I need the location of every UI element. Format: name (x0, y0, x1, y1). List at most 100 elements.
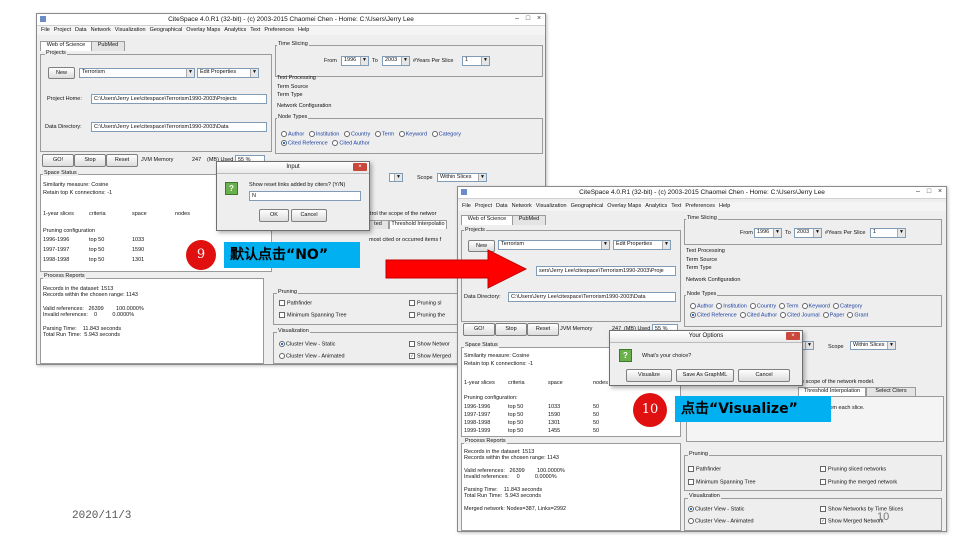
data-directory-field[interactable]: C:\Users\Jerry Lee\citespace\Terrorism19… (91, 122, 267, 132)
pruning-sliced-checkbox[interactable] (409, 300, 415, 306)
menu-data[interactable]: Data (496, 202, 508, 211)
term-source-label[interactable]: Term Source (686, 257, 717, 263)
term-type-label[interactable]: Term Type (686, 265, 712, 271)
menu-network[interactable]: Network (512, 202, 532, 211)
radio-author[interactable] (690, 303, 696, 309)
pathfinder-checkbox[interactable] (688, 466, 694, 472)
pruning-merged-option[interactable]: Pruning the merged network (820, 479, 897, 485)
from-year-select[interactable]: 1996 ▼ (754, 228, 782, 238)
show-network-checkbox[interactable] (409, 341, 415, 347)
mst-option[interactable]: Minimum Spanning Tree (688, 479, 756, 485)
project-home-field[interactable]: C:\Users\Jerry Lee\citespace\Terrorism19… (91, 94, 267, 104)
menu-network[interactable]: Network (91, 26, 111, 35)
minimize-icon[interactable]: – (914, 188, 922, 196)
tab-pubmed[interactable]: PubMed (512, 215, 546, 225)
menu-text[interactable]: Text (250, 26, 260, 35)
menu-project[interactable]: Project (54, 26, 71, 35)
edit-properties-select[interactable]: Edit Properties ▼ (613, 240, 671, 250)
menu-analytics[interactable]: Analytics (645, 202, 667, 211)
stop-button[interactable]: Stop (74, 154, 106, 167)
save-as-graphml-button[interactable]: Save As GraphML (676, 369, 734, 382)
visualize-button[interactable]: Visualize (626, 369, 672, 382)
radio-country[interactable] (749, 303, 756, 309)
pathfinder-option[interactable]: Pathfinder (688, 466, 721, 472)
data-directory-field[interactable]: C:\Users\Jerry Lee\citespace\Terrorism19… (508, 292, 676, 302)
go-button[interactable]: GO! (463, 323, 495, 336)
project-select[interactable]: Terrorism ▼ (79, 68, 195, 78)
menu-text[interactable]: Text (671, 202, 681, 211)
cv-static-option[interactable]: Cluster View - Static (279, 341, 335, 347)
mst-checkbox[interactable] (279, 312, 285, 318)
radio-cited-author[interactable] (332, 140, 339, 146)
project-home-field[interactable]: sers\Jerry Lee\citespace\Terrorism1990-2… (536, 266, 676, 276)
pruning-the-checkbox[interactable] (409, 312, 415, 318)
radio-cited-reference[interactable] (690, 312, 696, 318)
mst-option[interactable]: Minimum Spanning Tree (279, 312, 347, 318)
menu-file[interactable]: File (462, 202, 471, 211)
menu-analytics[interactable]: Analytics (224, 26, 246, 35)
radio-term[interactable] (374, 131, 381, 137)
menu-project[interactable]: Project (475, 202, 492, 211)
menu-overlay-maps[interactable]: Overlay Maps (186, 26, 220, 35)
menu-help[interactable]: Help (298, 26, 309, 35)
radio-keyword[interactable] (398, 131, 405, 137)
scope-select[interactable]: Within Slices ▼ (850, 341, 896, 350)
radio-term[interactable] (779, 303, 786, 309)
cv-static-radio[interactable] (688, 506, 694, 512)
input-dialog-field[interactable]: N (249, 191, 361, 201)
menu-help[interactable]: Help (719, 202, 730, 211)
close-icon[interactable]: × (936, 188, 944, 196)
radio-country[interactable] (343, 131, 350, 137)
radio-keyword[interactable] (801, 303, 808, 309)
tab-selected[interactable]: ted (367, 220, 389, 229)
cancel-button[interactable]: Cancel (291, 209, 327, 222)
show-networks-time-checkbox[interactable] (820, 506, 826, 512)
reset-button[interactable]: Reset (106, 154, 138, 167)
maximize-icon[interactable]: □ (925, 188, 933, 196)
from-year-select[interactable]: 1996 ▼ (341, 56, 369, 66)
show-networks-time-option[interactable]: Show Networks by Time Slices (820, 506, 903, 512)
show-merged-option[interactable]: ✓ Show Merged (409, 353, 451, 359)
cv-animated-option[interactable]: Cluster View - Animated (688, 518, 754, 524)
cv-static-option[interactable]: Cluster View - Static (688, 506, 744, 512)
years-per-slice-select[interactable]: 1 ▼ (870, 228, 906, 238)
term-source-label[interactable]: Term Source (277, 84, 308, 90)
radio-cited-journal[interactable] (780, 312, 787, 318)
cv-animated-option[interactable]: Cluster View - Animated (279, 353, 345, 359)
close-icon[interactable]: × (535, 15, 543, 23)
maximize-icon[interactable]: □ (524, 15, 532, 23)
new-project-button[interactable]: New (48, 67, 75, 79)
cancel-button[interactable]: Cancel (738, 369, 790, 382)
tab-pubmed[interactable]: PubMed (91, 41, 125, 51)
menu-preferences[interactable]: Preferences (264, 26, 294, 35)
tab-web-of-science[interactable]: Web of Science (461, 215, 513, 225)
pruning-sliced-checkbox[interactable] (820, 466, 826, 472)
radio-institution[interactable] (716, 303, 723, 309)
show-merged-checkbox[interactable]: ✓ (409, 353, 415, 359)
term-type-label[interactable]: Term Type (277, 92, 303, 98)
cv-static-radio[interactable] (279, 341, 285, 347)
menu-visualization[interactable]: Visualization (536, 202, 567, 211)
edit-properties-select[interactable]: Edit Properties ▼ (197, 68, 259, 78)
menu-geographical[interactable]: Geographical (571, 202, 604, 211)
show-merged-checkbox[interactable]: ✓ (820, 518, 826, 524)
to-year-select[interactable]: 2003 ▼ (794, 228, 822, 238)
radio-grant[interactable] (847, 312, 854, 318)
ok-button[interactable]: OK (259, 209, 289, 222)
radio-cited-reference[interactable] (281, 140, 287, 146)
menu-preferences[interactable]: Preferences (685, 202, 715, 211)
show-merged-option[interactable]: ✓ Show Merged Network (820, 518, 884, 524)
radio-paper[interactable] (822, 312, 829, 318)
show-network-option[interactable]: Show Networ (409, 341, 450, 347)
menu-data[interactable]: Data (75, 26, 87, 35)
radio-cited-author[interactable] (739, 312, 746, 318)
pathfinder-checkbox[interactable] (279, 300, 285, 306)
menu-overlay-maps[interactable]: Overlay Maps (607, 202, 641, 211)
to-year-select[interactable]: 2003 ▼ (382, 56, 410, 66)
radio-category[interactable] (832, 303, 839, 309)
go-button[interactable]: GO! (42, 154, 74, 167)
radio-category[interactable] (431, 131, 438, 137)
pathfinder-option[interactable]: Pathfinder (279, 300, 312, 306)
pruning-sliced-option[interactable]: Pruning sliced networks (820, 466, 886, 472)
years-per-slice-select[interactable]: 1 ▼ (462, 56, 490, 66)
